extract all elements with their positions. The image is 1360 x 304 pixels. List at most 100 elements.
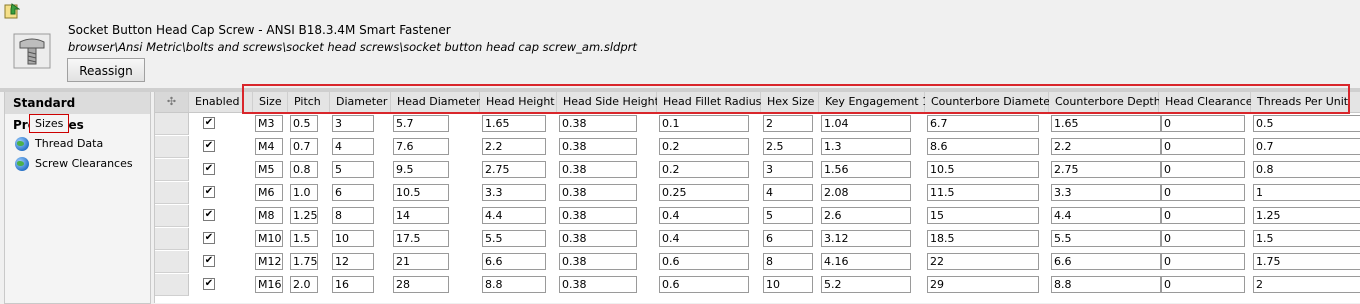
hex-size-field[interactable]: 2.5 [763, 138, 813, 155]
counterbore-diameter-field[interactable]: 10.5 [927, 161, 1039, 178]
head-side-height-field[interactable]: 0.38 [559, 230, 637, 247]
column-header-pitch[interactable]: Pitch [288, 92, 330, 112]
size-field[interactable]: M5 [255, 161, 283, 178]
pitch-field[interactable]: 1.0 [290, 184, 318, 201]
column-header-size[interactable]: Size [253, 92, 288, 112]
counterbore-diameter-field[interactable]: 22 [927, 253, 1039, 270]
row-header[interactable] [155, 159, 189, 181]
head-height-field[interactable]: 2.2 [482, 138, 546, 155]
hex-size-field[interactable]: 8 [763, 253, 813, 270]
row-header[interactable] [155, 251, 189, 273]
column-header-head-clearance[interactable]: Head Clearance [1159, 92, 1253, 112]
diameter-field[interactable]: 3 [332, 115, 374, 132]
enabled-checkbox[interactable]: ✔ [203, 186, 215, 198]
column-header-threads-per-unit[interactable]: Threads Per Unit [1251, 92, 1360, 112]
pitch-field[interactable]: 0.5 [290, 115, 318, 132]
sidebar-item-thread-data[interactable]: Thread Data [5, 134, 150, 154]
head-height-field[interactable]: 3.3 [482, 184, 546, 201]
key-engagement-1-field[interactable]: 2.6 [821, 207, 911, 224]
column-header-head-side-height[interactable]: Head Side Height [557, 92, 659, 112]
pitch-field[interactable]: 1.75 [290, 253, 318, 270]
row-header[interactable] [155, 136, 189, 158]
size-field[interactable]: M10 [255, 230, 283, 247]
size-field[interactable]: M16 [255, 276, 283, 293]
head-height-field[interactable]: 4.4 [482, 207, 546, 224]
head-diameter-field[interactable]: 5.7 [393, 115, 449, 132]
head-fillet-radius-field[interactable]: 0.4 [659, 207, 749, 224]
threads-per-unit-field[interactable]: 1.25 [1253, 207, 1360, 224]
size-field[interactable]: M8 [255, 207, 283, 224]
key-engagement-1-field[interactable]: 5.2 [821, 276, 911, 293]
head-fillet-radius-field[interactable]: 0.6 [659, 276, 749, 293]
column-header-counterbore-diameter[interactable]: Counterbore Diameter [925, 92, 1055, 112]
size-field[interactable]: M12 [255, 253, 283, 270]
hex-size-field[interactable]: 2 [763, 115, 813, 132]
hex-size-field[interactable]: 6 [763, 230, 813, 247]
head-height-field[interactable]: 1.65 [482, 115, 546, 132]
head-diameter-field[interactable]: 14 [393, 207, 449, 224]
size-field[interactable]: M3 [255, 115, 283, 132]
head-diameter-field[interactable]: 10.5 [393, 184, 449, 201]
column-header-key-engagement-1[interactable]: Key Engagement 1 [819, 92, 929, 112]
threads-per-unit-field[interactable]: 2 [1253, 276, 1360, 293]
diameter-field[interactable]: 5 [332, 161, 374, 178]
counterbore-depth-field[interactable]: 8.8 [1051, 276, 1161, 293]
threads-per-unit-field[interactable]: 0.5 [1253, 115, 1360, 132]
counterbore-depth-field[interactable]: 3.3 [1051, 184, 1161, 201]
enabled-checkbox[interactable]: ✔ [203, 117, 215, 129]
head-height-field[interactable]: 5.5 [482, 230, 546, 247]
head-side-height-field[interactable]: 0.38 [559, 253, 637, 270]
head-fillet-radius-field[interactable]: 0.2 [659, 138, 749, 155]
head-height-field[interactable]: 8.8 [482, 276, 546, 293]
counterbore-diameter-field[interactable]: 8.6 [927, 138, 1039, 155]
head-height-field[interactable]: 6.6 [482, 253, 546, 270]
head-fillet-radius-field[interactable]: 0.4 [659, 230, 749, 247]
counterbore-depth-field[interactable]: 2.2 [1051, 138, 1161, 155]
counterbore-depth-field[interactable]: 6.6 [1051, 253, 1161, 270]
head-clearance-field[interactable]: 0 [1161, 161, 1245, 178]
counterbore-diameter-field[interactable]: 11.5 [927, 184, 1039, 201]
column-header-head-height[interactable]: Head Height [480, 92, 557, 112]
rebuild-icon[interactable] [4, 3, 20, 19]
head-side-height-field[interactable]: 0.38 [559, 115, 637, 132]
key-engagement-1-field[interactable]: 2.08 [821, 184, 911, 201]
head-clearance-field[interactable]: 0 [1161, 253, 1245, 270]
diameter-field[interactable]: 10 [332, 230, 374, 247]
enabled-checkbox[interactable]: ✔ [203, 278, 215, 290]
head-clearance-field[interactable]: 0 [1161, 230, 1245, 247]
threads-per-unit-field[interactable]: 1.75 [1253, 253, 1360, 270]
grid-corner-icon[interactable]: ✣ [155, 92, 189, 112]
key-engagement-1-field[interactable]: 3.12 [821, 230, 911, 247]
row-header[interactable] [155, 205, 189, 227]
hex-size-field[interactable]: 5 [763, 207, 813, 224]
column-header-diameter[interactable]: Diameter [330, 92, 391, 112]
head-clearance-field[interactable]: 0 [1161, 138, 1245, 155]
head-fillet-radius-field[interactable]: 0.25 [659, 184, 749, 201]
threads-per-unit-field[interactable]: 1 [1253, 184, 1360, 201]
head-fillet-radius-field[interactable]: 0.1 [659, 115, 749, 132]
head-side-height-field[interactable]: 0.38 [559, 161, 637, 178]
size-field[interactable]: M4 [255, 138, 283, 155]
pitch-field[interactable]: 1.5 [290, 230, 318, 247]
head-side-height-field[interactable]: 0.38 [559, 184, 637, 201]
enabled-checkbox[interactable]: ✔ [203, 255, 215, 267]
key-engagement-1-field[interactable]: 1.04 [821, 115, 911, 132]
enabled-checkbox[interactable]: ✔ [203, 232, 215, 244]
head-diameter-field[interactable]: 7.6 [393, 138, 449, 155]
head-fillet-radius-field[interactable]: 0.2 [659, 161, 749, 178]
row-header[interactable] [155, 274, 189, 296]
head-fillet-radius-field[interactable]: 0.6 [659, 253, 749, 270]
diameter-field[interactable]: 6 [332, 184, 374, 201]
counterbore-depth-field[interactable]: 2.75 [1051, 161, 1161, 178]
head-clearance-field[interactable]: 0 [1161, 207, 1245, 224]
enabled-checkbox[interactable]: ✔ [203, 209, 215, 221]
column-header-enabled[interactable]: Enabled [189, 92, 253, 112]
row-header[interactable] [155, 113, 189, 135]
hex-size-field[interactable]: 3 [763, 161, 813, 178]
column-header-counterbore-depth[interactable]: Counterbore Depth [1049, 92, 1161, 112]
threads-per-unit-field[interactable]: 0.7 [1253, 138, 1360, 155]
head-side-height-field[interactable]: 0.38 [559, 138, 637, 155]
counterbore-diameter-field[interactable]: 6.7 [927, 115, 1039, 132]
counterbore-diameter-field[interactable]: 15 [927, 207, 1039, 224]
head-clearance-field[interactable]: 0 [1161, 184, 1245, 201]
